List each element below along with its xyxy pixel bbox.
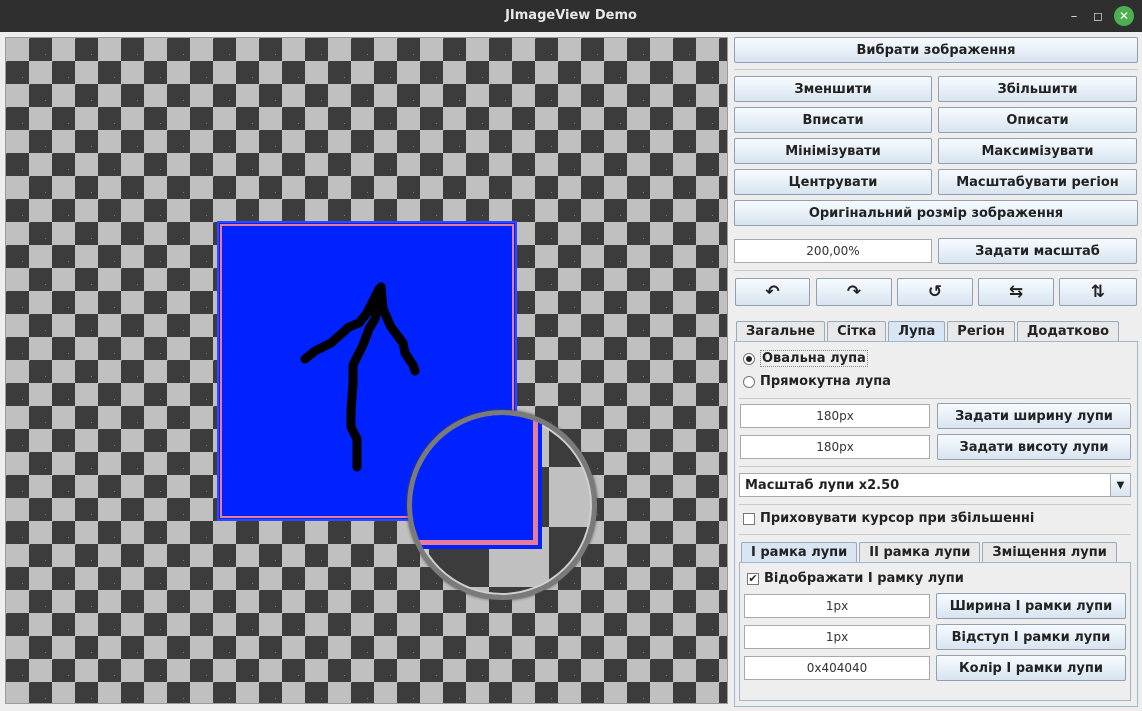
center-button[interactable]: Центрувати xyxy=(734,169,932,195)
image-viewport[interactable] xyxy=(5,37,728,704)
rect-lens-label: Прямокутна лупа xyxy=(760,374,891,389)
magnifier-lens xyxy=(407,410,597,600)
hide-cursor-checkbox[interactable]: Приховувати курсор при збільшенні xyxy=(743,511,1034,526)
rect-lens-radio[interactable]: Прямокутна лупа xyxy=(743,374,891,389)
tab-frame-2[interactable]: II рамка лупи xyxy=(859,542,981,562)
tab-lens-offset[interactable]: Зміщення лупи xyxy=(982,542,1117,562)
tab-frame-1[interactable]: I рамка лупи xyxy=(741,542,858,562)
magnifier-tab-panel: Овальна лупа Прямокутна лупа 180px Задат… xyxy=(734,341,1138,707)
flip-horizontal-icon[interactable]: ⇆ xyxy=(978,278,1054,306)
radio-selected-icon xyxy=(743,352,755,365)
lens-scale-value: Масштаб лупи x2.50 xyxy=(745,477,900,493)
separator xyxy=(739,504,1131,505)
frame1-padding-field[interactable]: 1px xyxy=(744,625,930,649)
minimize-icon[interactable]: – xyxy=(1064,6,1084,26)
frame1-width-button[interactable]: Ширина I рамки лупи xyxy=(936,593,1126,619)
show-frame1-label: Відображати I рамку лупи xyxy=(764,571,964,586)
frame1-panel: ✔ Відображати I рамку лупи 1px Ширина I … xyxy=(739,562,1131,701)
title-bar: JImageView Demo – ◻ ✕ xyxy=(0,0,1142,32)
radio-unselected-icon xyxy=(743,375,755,388)
scale-region-button[interactable]: Масштабувати регіон xyxy=(938,169,1137,195)
tab-magnifier[interactable]: Лупа xyxy=(888,321,946,341)
frame1-width-field[interactable]: 1px xyxy=(744,594,930,618)
original-size-button[interactable]: Оригінальний розмір зображення xyxy=(734,200,1138,226)
tab-grid[interactable]: Сітка xyxy=(827,321,887,341)
flip-vertical-icon[interactable]: ⇅ xyxy=(1059,278,1137,306)
settings-tabs: Загальне Сітка Лупа Регіон Додатково xyxy=(736,321,1121,341)
window-title: JImageView Demo xyxy=(505,8,637,23)
rotate-180-icon[interactable]: ↺ xyxy=(897,278,973,306)
checkbox-checked-icon: ✔ xyxy=(747,571,759,585)
rotate-left-icon[interactable]: ↶ xyxy=(735,278,810,306)
zoom-in-button[interactable]: Збільшити xyxy=(938,76,1137,102)
separator xyxy=(734,270,1138,271)
separator xyxy=(739,466,1131,467)
oval-lens-radio[interactable]: Овальна лупа xyxy=(743,350,868,367)
separator xyxy=(739,398,1131,399)
tab-general[interactable]: Загальне xyxy=(736,321,826,341)
set-scale-button[interactable]: Задати масштаб xyxy=(938,238,1137,264)
minimize-image-button[interactable]: Мінімізувати xyxy=(734,138,932,164)
separator xyxy=(739,534,1131,535)
hide-cursor-label: Приховувати курсор при збільшенні xyxy=(760,511,1035,526)
checkbox-unchecked-icon xyxy=(743,512,755,525)
chevron-down-icon[interactable]: ▼ xyxy=(1110,474,1130,496)
tab-region[interactable]: Регіон xyxy=(947,321,1015,341)
fit-button[interactable]: Вписати xyxy=(734,107,932,133)
maximize-icon[interactable]: ◻ xyxy=(1088,6,1108,26)
frame1-padding-button[interactable]: Відступ I рамки лупи xyxy=(936,624,1126,650)
frame1-color-button[interactable]: Колір I рамки лупи xyxy=(936,655,1126,681)
magnified-image-area xyxy=(412,415,538,545)
choose-image-button[interactable]: Вибрати зображення xyxy=(734,37,1138,63)
lens-scale-select[interactable]: Масштаб лупи x2.50 ▼ xyxy=(739,473,1131,497)
close-icon[interactable]: ✕ xyxy=(1114,6,1134,26)
set-lens-width-button[interactable]: Задати ширину лупи xyxy=(937,403,1131,429)
lens-height-field[interactable]: 180px xyxy=(740,435,930,459)
oval-lens-label: Овальна лупа xyxy=(760,350,868,367)
zoom-out-button[interactable]: Зменшити xyxy=(734,76,932,102)
tab-extra[interactable]: Додатково xyxy=(1016,321,1120,341)
show-frame1-checkbox[interactable]: ✔ Відображати I рамку лупи xyxy=(747,571,964,586)
lens-width-field[interactable]: 180px xyxy=(740,404,930,428)
maximize-image-button[interactable]: Максимізувати xyxy=(938,138,1137,164)
fill-button[interactable]: Описати xyxy=(938,107,1137,133)
set-lens-height-button[interactable]: Задати висоту лупи xyxy=(937,434,1131,460)
frame1-color-field[interactable]: 0x404040 xyxy=(744,656,930,680)
rotate-right-icon[interactable]: ↷ xyxy=(816,278,892,306)
separator xyxy=(734,69,1138,70)
scale-field[interactable]: 200,00% xyxy=(734,239,932,263)
frame-subtabs: I рамка лупи II рамка лупи Зміщення лупи xyxy=(741,542,1119,562)
